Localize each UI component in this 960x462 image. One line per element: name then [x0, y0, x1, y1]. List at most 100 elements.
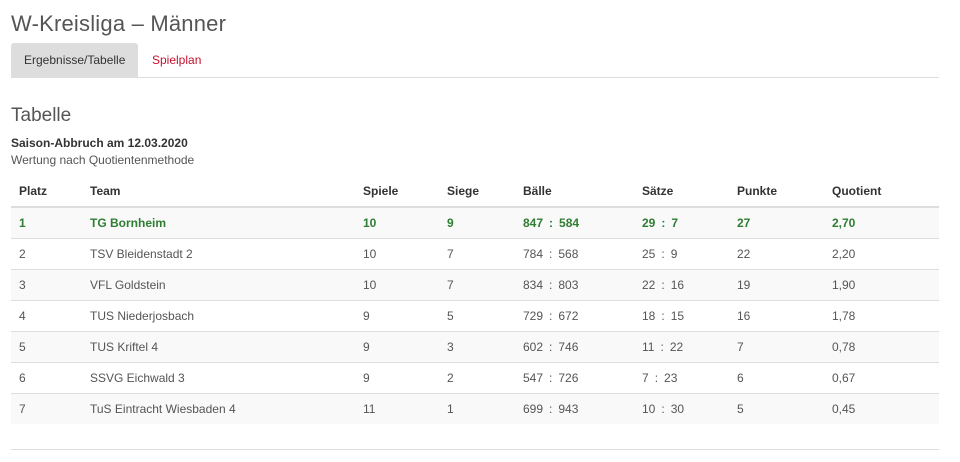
- cell-siege: 1: [439, 393, 515, 424]
- tab-bar: Ergebnisse/Tabelle Spielplan: [11, 43, 939, 78]
- cell-siege: 2: [439, 362, 515, 394]
- column-header-baelle: Bälle: [515, 176, 634, 208]
- baelle-for: 729: [523, 309, 544, 323]
- cell-quotient: 1,78: [824, 300, 939, 332]
- standings-table: Platz Team Spiele Siege Bälle Sätze Punk…: [11, 176, 939, 424]
- cell-baelle: 602:746: [515, 331, 634, 363]
- table-row: 3 VFL Goldstein 10 7 834:803 22:16 19 1,…: [11, 269, 939, 301]
- cell-quotient: 1,90: [824, 269, 939, 301]
- table-row: 1 TG Bornheim 10 9 847:584 29:7 27 2,70: [11, 206, 939, 239]
- saetze-for: 29: [642, 216, 656, 230]
- cell-team: VFL Goldstein: [82, 269, 355, 301]
- saetze-for: 10: [642, 402, 656, 416]
- saetze-against: 9: [670, 247, 678, 261]
- cell-platz: 7: [11, 393, 82, 424]
- bottom-divider: [11, 449, 939, 450]
- cell-spiele: 10: [355, 206, 439, 239]
- cell-team: TUS Niederjosbach: [82, 300, 355, 332]
- season-note: Saison-Abbruch am 12.03.2020: [11, 136, 188, 150]
- column-header-quotient: Quotient: [824, 176, 939, 208]
- table-row: 4 TUS Niederjosbach 9 5 729:672 18:15 16…: [11, 300, 939, 332]
- cell-siege: 9: [439, 206, 515, 239]
- saetze-for: 18: [642, 309, 656, 323]
- cell-punkte: 27: [729, 206, 824, 239]
- cell-spiele: 9: [355, 300, 439, 332]
- cell-saetze: 7:23: [634, 362, 729, 394]
- cell-platz: 2: [11, 238, 82, 270]
- saetze-for: 25: [642, 247, 656, 261]
- cell-team: TuS Eintracht Wiesbaden 4: [82, 393, 355, 424]
- cell-baelle: 547:726: [515, 362, 634, 394]
- table-header-row: Platz Team Spiele Siege Bälle Sätze Punk…: [11, 176, 939, 208]
- baelle-for: 834: [523, 278, 544, 292]
- cell-punkte: 6: [729, 362, 824, 394]
- cell-saetze: 18:15: [634, 300, 729, 332]
- cell-saetze: 11:22: [634, 331, 729, 363]
- saetze-against: 30: [670, 402, 685, 416]
- column-header-platz: Platz: [11, 176, 82, 208]
- cell-platz: 3: [11, 269, 82, 301]
- cell-saetze: 25:9: [634, 238, 729, 270]
- cell-platz: 1: [11, 206, 82, 239]
- cell-quotient: 0,45: [824, 393, 939, 424]
- baelle-for: 602: [523, 340, 544, 354]
- column-header-punkte: Punkte: [729, 176, 824, 208]
- cell-quotient: 0,67: [824, 362, 939, 394]
- cell-saetze: 22:16: [634, 269, 729, 301]
- cell-punkte: 7: [729, 331, 824, 363]
- tab-spielplan[interactable]: Spielplan: [139, 43, 214, 77]
- column-header-spiele: Spiele: [355, 176, 439, 208]
- cell-team: TG Bornheim: [82, 206, 355, 239]
- cell-team: TUS Kriftel 4: [82, 331, 355, 363]
- cell-punkte: 22: [729, 238, 824, 270]
- cell-platz: 4: [11, 300, 82, 332]
- column-header-team: Team: [82, 176, 355, 208]
- column-header-siege: Siege: [439, 176, 515, 208]
- cell-siege: 7: [439, 238, 515, 270]
- baelle-against: 672: [558, 309, 579, 323]
- table-row: 2 TSV Bleidenstadt 2 10 7 784:568 25:9 2…: [11, 238, 939, 270]
- baelle-for: 784: [523, 247, 544, 261]
- table-row: 7 TuS Eintracht Wiesbaden 4 11 1 699:943…: [11, 393, 939, 424]
- baelle-against: 746: [558, 340, 579, 354]
- cell-quotient: 2,70: [824, 206, 939, 239]
- table-row: 6 SSVG Eichwald 3 9 2 547:726 7:23 6 0,6…: [11, 362, 939, 394]
- saetze-against: 23: [664, 371, 678, 385]
- cell-siege: 3: [439, 331, 515, 363]
- baelle-for: 547: [523, 371, 544, 385]
- cell-baelle: 729:672: [515, 300, 634, 332]
- page-title: W-Kreisliga – Männer: [11, 11, 227, 36]
- cell-spiele: 11: [355, 393, 439, 424]
- cell-baelle: 834:803: [515, 269, 634, 301]
- cell-siege: 7: [439, 269, 515, 301]
- section-title: Tabelle: [11, 105, 72, 126]
- cell-spiele: 10: [355, 238, 439, 270]
- cell-spiele: 9: [355, 331, 439, 363]
- rating-method-note: Wertung nach Quotientenmethode: [11, 153, 195, 167]
- baelle-for: 847: [523, 216, 544, 230]
- cell-siege: 5: [439, 300, 515, 332]
- baelle-against: 803: [558, 278, 579, 292]
- cell-saetze: 29:7: [634, 206, 729, 239]
- baelle-against: 584: [559, 216, 580, 230]
- cell-punkte: 5: [729, 393, 824, 424]
- cell-team: SSVG Eichwald 3: [82, 362, 355, 394]
- cell-quotient: 0,78: [824, 331, 939, 363]
- baelle-against: 943: [558, 402, 579, 416]
- cell-spiele: 9: [355, 362, 439, 394]
- cell-platz: 6: [11, 362, 82, 394]
- saetze-for: 7: [642, 371, 649, 385]
- cell-punkte: 19: [729, 269, 824, 301]
- column-header-saetze: Sätze: [634, 176, 729, 208]
- baelle-against: 568: [558, 247, 579, 261]
- cell-baelle: 699:943: [515, 393, 634, 424]
- cell-saetze: 10:30: [634, 393, 729, 424]
- cell-platz: 5: [11, 331, 82, 363]
- cell-quotient: 2,20: [824, 238, 939, 270]
- cell-team: TSV Bleidenstadt 2: [82, 238, 355, 270]
- tab-ergebnisse-tabelle[interactable]: Ergebnisse/Tabelle: [11, 43, 139, 77]
- saetze-for: 11: [642, 340, 655, 354]
- table-row: 5 TUS Kriftel 4 9 3 602:746 11:22 7 0,78: [11, 331, 939, 363]
- cell-baelle: 847:584: [515, 206, 634, 239]
- saetze-for: 22: [642, 278, 656, 292]
